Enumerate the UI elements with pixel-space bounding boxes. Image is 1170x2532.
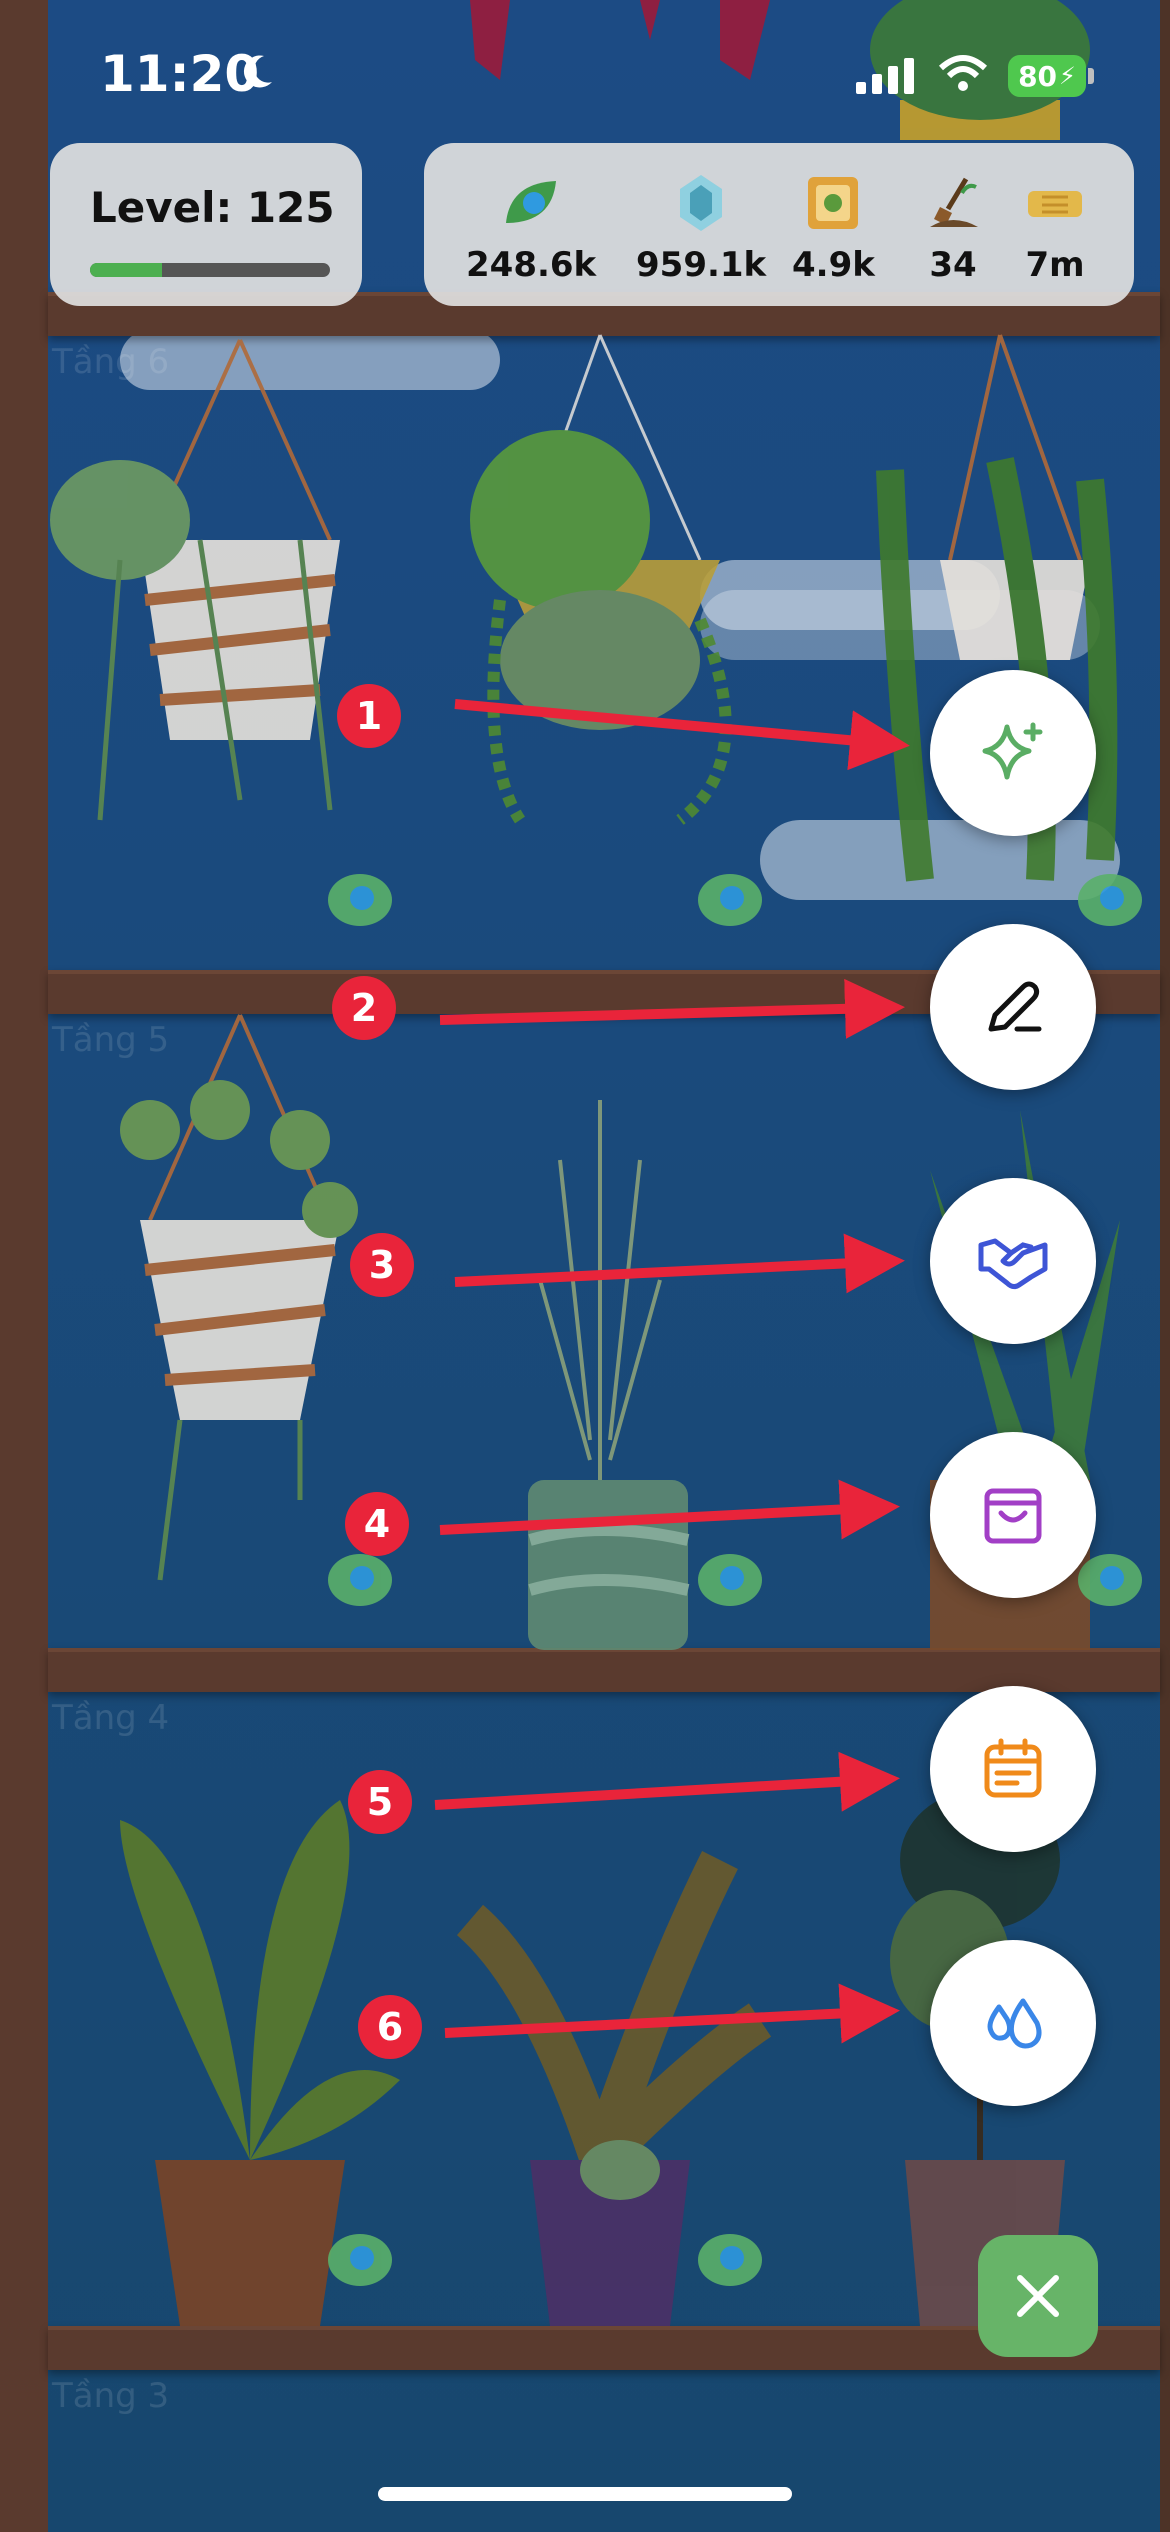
annotation-badge: 4 [345,1492,409,1556]
gem-icon [680,175,723,231]
stat-value: 959.1k [636,245,767,285]
stat-value: 7m [1025,245,1085,285]
resources-card: 248.6k 959.1k 4.9k 34 7m [424,143,1134,306]
stat-value: 248.6k [466,245,597,285]
annotation-badge: 3 [350,1233,414,1297]
level-progress-fill [90,263,162,277]
status-bar: 11:20 80 ⚡ [0,0,1170,150]
battery-cap [1088,68,1094,84]
shopping-bag-icon [984,1488,1042,1544]
handshake-icon [978,1238,1048,1290]
shop-button[interactable] [930,1432,1096,1598]
close-icon [1017,2275,1059,2317]
ticket-icon [1028,191,1082,217]
stat-tickets[interactable]: 7m [1024,173,1086,285]
sparkle-icon [982,722,1043,780]
trade-button[interactable] [930,1178,1096,1344]
stat-gems[interactable]: 959.1k [636,173,766,285]
home-indicator[interactable] [378,2487,792,2501]
moon-icon [243,55,272,88]
water-button[interactable] [930,1940,1096,2106]
stat-value: 4.9k [792,245,875,285]
edit-button[interactable] [930,924,1096,1090]
level-label: Level: 125 [90,183,335,232]
clock: 11:20 [100,45,260,103]
stat-value: 34 [929,245,977,285]
annotation-badge: 5 [348,1770,412,1834]
level-card[interactable]: Level: 125 [50,143,362,306]
stat-shovels[interactable]: 34 [922,173,984,285]
battery-level: 80 [1018,59,1058,93]
charging-bolt-icon: ⚡ [1059,62,1076,90]
shovel-icon [930,177,978,227]
oxygen-leaf-icon [506,181,557,223]
close-menu-button[interactable] [978,2235,1098,2357]
sparkle-button[interactable] [930,670,1096,836]
calendar-icon [984,1738,1042,1798]
water-drops-icon [987,1998,1042,2049]
battery-indicator: 80 ⚡ [1008,55,1086,97]
annotation-badge: 6 [358,1995,422,2059]
wifi-icon [938,55,988,91]
annotation-badge: 2 [332,976,396,1040]
stat-oxygen[interactable]: 248.6k [466,173,596,285]
calendar-button[interactable] [930,1686,1096,1852]
cellular-signal-icon [856,58,914,94]
annotation-badge: 1 [337,684,401,748]
pencil-icon [988,981,1042,1032]
seed-frame-icon [808,177,859,229]
stat-seeds[interactable]: 4.9k [792,173,875,285]
level-progress-bar [90,263,330,277]
